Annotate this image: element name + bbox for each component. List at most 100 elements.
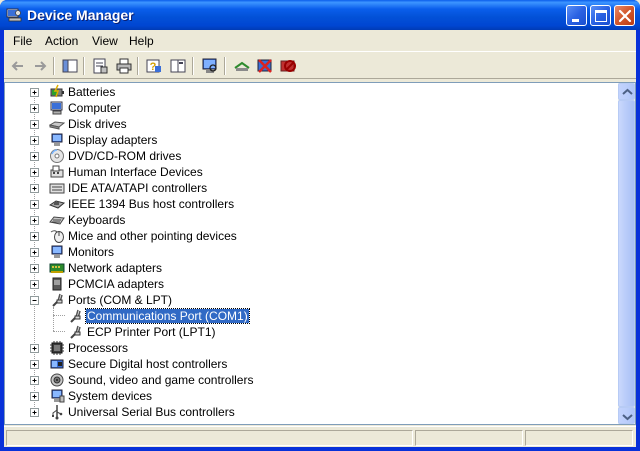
expand-icon[interactable] <box>30 88 39 97</box>
device-manager-icon <box>6 7 22 23</box>
tree-item-label[interactable]: Monitors <box>67 245 115 259</box>
expand-icon[interactable] <box>30 216 39 225</box>
port-icon <box>67 324 83 340</box>
scroll-thumb[interactable] <box>618 100 635 407</box>
tree-item-label[interactable]: Universal Serial Bus controllers <box>67 405 236 419</box>
tree-category[interactable]: Secure Digital host controllers <box>5 356 618 372</box>
scroll-up-button[interactable] <box>618 83 635 100</box>
tree-item-label[interactable]: Disk drives <box>67 117 128 131</box>
tree-category[interactable]: Batteries <box>5 84 618 100</box>
tree-device[interactable]: ECP Printer Port (LPT1) <box>5 324 618 340</box>
pcmcia-icon <box>49 276 65 292</box>
ieee1394-icon <box>48 196 66 212</box>
tree-category[interactable]: System devices <box>5 388 618 404</box>
tree-item-label[interactable]: Mice and other pointing devices <box>67 229 238 243</box>
tree-item-label[interactable]: System devices <box>67 389 153 403</box>
maximize-button[interactable] <box>590 5 611 26</box>
tree-category[interactable]: IEEE 1394 Bus host controllers <box>5 196 618 212</box>
device-tree-pane[interactable]: Batteries Computer Disk drives Display adap… <box>4 82 636 425</box>
tree-item-label[interactable]: Secure Digital host controllers <box>67 357 228 371</box>
tree-category[interactable]: Keyboards <box>5 212 618 228</box>
tree-item-label[interactable]: Network adapters <box>67 261 163 275</box>
expand-icon[interactable] <box>30 344 39 353</box>
tree-item-label[interactable]: IDE ATA/ATAPI controllers <box>67 181 208 195</box>
tree-item-label[interactable]: Processors <box>67 341 129 355</box>
expand-icon[interactable] <box>30 248 39 257</box>
tree-category[interactable]: Computer <box>5 100 618 116</box>
tree-category[interactable]: Network adapters <box>5 260 618 276</box>
ide-controller-icon <box>49 180 65 196</box>
expand-icon[interactable] <box>30 168 39 177</box>
tree-category[interactable]: Ports (COM & LPT) <box>5 292 618 308</box>
tree-device[interactable]: Communications Port (COM1) <box>5 308 618 324</box>
tree-item-label[interactable]: Display adapters <box>67 133 158 147</box>
tree-category[interactable]: IDE ATA/ATAPI controllers <box>5 180 618 196</box>
expand-icon[interactable] <box>30 200 39 209</box>
expand-icon[interactable] <box>30 392 39 401</box>
scroll-down-button[interactable] <box>618 407 635 424</box>
view-pane-icon[interactable] <box>168 56 188 76</box>
system-device-icon <box>49 388 65 404</box>
tree-category[interactable]: DVD/CD-ROM drives <box>5 148 618 164</box>
tree-category[interactable]: Mice and other pointing devices <box>5 228 618 244</box>
expand-icon[interactable] <box>30 280 39 289</box>
tree-item-label[interactable]: DVD/CD-ROM drives <box>67 149 182 163</box>
forward-arrow-icon[interactable] <box>30 56 50 76</box>
client-area: File Action View Help ? Batteries Comput… <box>4 30 636 447</box>
tree-item-label[interactable]: Keyboards <box>67 213 126 227</box>
tree-category[interactable]: Monitors <box>5 244 618 260</box>
menu-action[interactable]: Action <box>45 34 78 48</box>
tree-item-label[interactable]: Human Interface Devices <box>67 165 204 179</box>
battery-icon <box>49 84 65 100</box>
device-manager-window: Device Manager File Action View Help ? B… <box>0 0 640 451</box>
device-tree[interactable]: Batteries Computer Disk drives Display adap… <box>5 83 618 424</box>
back-arrow-icon[interactable] <box>8 56 28 76</box>
uninstall-icon[interactable] <box>255 56 275 76</box>
expand-icon[interactable] <box>30 360 39 369</box>
tree-category[interactable]: Sound, video and game controllers <box>5 372 618 388</box>
tree-category[interactable]: Display adapters <box>5 132 618 148</box>
tree-item-label[interactable]: Sound, video and game controllers <box>67 373 254 387</box>
expand-icon[interactable] <box>30 408 39 417</box>
menu-help[interactable]: Help <box>129 34 154 48</box>
expand-icon[interactable] <box>30 152 39 161</box>
disable-icon[interactable] <box>278 56 298 76</box>
title-bar[interactable]: Device Manager <box>0 0 640 30</box>
minimize-button[interactable] <box>566 5 587 26</box>
window-title: Device Manager <box>27 7 134 23</box>
menu-file[interactable]: File <box>13 34 32 48</box>
expand-icon[interactable] <box>30 376 39 385</box>
expand-icon[interactable] <box>30 136 39 145</box>
tree-item-label[interactable]: Ports (COM & LPT) <box>67 293 173 307</box>
tree-item-label[interactable]: Communications Port (COM1) <box>85 308 250 324</box>
close-button[interactable] <box>614 5 635 26</box>
expand-icon[interactable] <box>30 184 39 193</box>
print-icon[interactable] <box>114 56 134 76</box>
expand-icon[interactable] <box>30 232 39 241</box>
expand-icon[interactable] <box>30 120 39 129</box>
scan-hardware-icon[interactable] <box>200 56 220 76</box>
collapse-icon[interactable] <box>30 296 39 305</box>
keyboard-icon <box>49 212 65 228</box>
tree-category[interactable]: Universal Serial Bus controllers <box>5 404 618 420</box>
menu-view[interactable]: View <box>92 34 118 48</box>
expand-icon[interactable] <box>30 264 39 273</box>
status-panel <box>6 430 413 446</box>
help-icon[interactable]: ? <box>144 56 164 76</box>
tree-item-label[interactable]: Computer <box>67 101 122 115</box>
tree-item-label[interactable]: ECP Printer Port (LPT1) <box>86 325 216 339</box>
tree-item-label[interactable]: PCMCIA adapters <box>67 277 165 291</box>
tree-category[interactable]: PCMCIA adapters <box>5 276 618 292</box>
update-driver-icon[interactable] <box>232 56 252 76</box>
network-adapter-icon <box>49 260 65 276</box>
tree-item-label[interactable]: IEEE 1394 Bus host controllers <box>67 197 235 211</box>
tree-category[interactable]: Disk drives <box>5 116 618 132</box>
tree-category[interactable]: Processors <box>5 340 618 356</box>
tree-item-label[interactable]: Batteries <box>67 85 116 99</box>
show-hide-tree-icon[interactable] <box>60 56 80 76</box>
vertical-scrollbar[interactable] <box>618 83 635 424</box>
toolbar-separator <box>53 57 55 75</box>
tree-category[interactable]: Human Interface Devices <box>5 164 618 180</box>
properties-icon[interactable] <box>90 56 110 76</box>
expand-icon[interactable] <box>30 104 39 113</box>
